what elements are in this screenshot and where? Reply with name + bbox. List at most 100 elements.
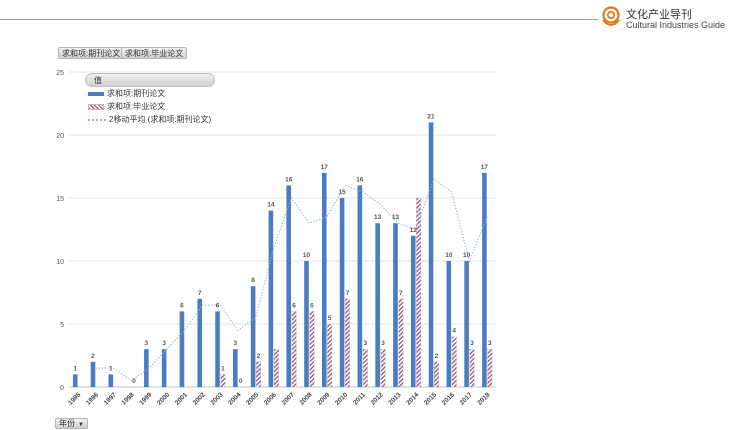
x-tick-label: 1997 [103,391,118,406]
journal-bar [482,172,487,387]
journal-data-label: 6 [180,302,184,309]
thesis-data-label: 4 [452,328,456,335]
journal-data-label: 13 [392,214,400,221]
thesis-bar [487,349,493,388]
x-tick-label: 2006 [263,391,278,406]
y-tick-label: 10 [56,259,64,266]
journal-data-label: 21 [427,113,435,120]
thesis-bar [416,197,422,388]
journal-data-label: 14 [267,202,275,209]
journal-data-label: 8 [251,277,255,284]
thesis-bar [309,311,315,388]
legend-item-moving-avg: 2移动平均 (求和项:期刊论文) [88,114,211,125]
thesis-bar [380,349,386,388]
legend-box [85,73,215,87]
journal-data-label: 10 [463,252,471,259]
thesis-bar [327,323,333,388]
x-tick-label: 1995 [67,391,82,406]
chart-svg: 0510152025 12103 367613082141661061751571… [56,70,496,407]
thesis-data-label: 1 [221,365,225,372]
journal-bar [286,185,291,387]
x-tick-label: 2014 [405,391,420,406]
journal-bar [215,311,220,387]
thesis-bar [362,349,368,388]
y-tick-label: 5 [60,322,64,329]
x-tick-label: 2016 [441,391,456,406]
journal-data-label: 1 [73,365,77,372]
x-tick-label: 1998 [121,391,136,406]
thesis-bar [398,298,404,388]
journal-bar [108,374,114,387]
journal-bar [428,122,434,388]
x-tick-label: 1996 [85,391,100,406]
x-tick-label: 2013 [387,391,402,406]
journal-bar [375,223,380,387]
x-tick-label: 2018 [476,391,491,406]
dropdown-arrow-icon: ▼ [78,422,84,428]
x-tick-label: 2003 [209,391,224,406]
thesis-bar [256,361,261,388]
journal-bar [179,311,185,387]
y-tick-label: 20 [56,133,64,140]
journal-data-label: 16 [356,176,364,183]
journal-data-label: 10 [303,252,311,259]
x-tick-label: 2002 [192,391,207,406]
y-tick-label: 15 [56,196,64,203]
legend-title: 值 [94,76,102,85]
y-tick-label: 25 [56,70,64,77]
x-tick-label: 2011 [352,391,367,406]
journal-data-label: 12 [410,227,418,234]
legend-label-thesis: 求和项:毕业论文 [107,102,166,111]
journal-data-label: 6 [216,302,220,309]
journal-bar [144,349,149,387]
x-tick-label: 2000 [156,391,171,406]
journal-data-label: 2 [91,353,95,360]
thesis-data-label: 6 [292,302,296,309]
journal-bar [304,261,309,387]
journal-data-label: 16 [285,176,293,183]
thesis-data-label: 7 [346,290,350,297]
x-tick-label: 2005 [245,391,260,406]
journal-data-label: 10 [445,252,453,259]
journal-bar [250,286,256,387]
thesis-bar [273,349,279,388]
journal-data-label: 15 [338,189,346,196]
journal-bar [233,349,238,387]
journal-data-label: 3 [234,340,238,347]
y-tick-label: 0 [60,385,64,392]
journal-bar [357,185,363,387]
thesis-data-label: 2 [435,353,439,360]
journal-data-label: 3 [162,340,166,347]
journal-bar [446,261,452,387]
legend-swatch-thesis [88,103,104,110]
thesis-bar [220,374,226,388]
journal-bar [268,210,274,387]
thesis-bar [291,311,297,388]
journal-data-label: 7 [198,290,202,297]
journal-data-label: 1 [109,365,113,372]
legend-swatch-journal [88,91,104,96]
journal-bar [321,172,327,387]
thesis-data-label: 7 [399,290,403,297]
thesis-data-label: 3 [363,340,367,347]
journal-data-label: 17 [321,164,329,171]
legend-swatch-moving-avg [88,118,106,121]
journal-bar [410,235,416,387]
legend-label-journal: 求和项:期刊论文 [107,89,166,98]
x-tick-label: 2007 [281,391,296,406]
thesis-bar [345,298,350,388]
thesis-data-label: 6 [310,302,314,309]
thesis-data-label: 0 [132,378,136,385]
thesis-data-label: 2 [257,353,261,360]
journal-bar [393,223,398,387]
thesis-data-label: 3 [470,340,474,347]
x-tick-label: 2004 [227,391,242,406]
x-tick-label: 2015 [423,391,438,406]
year-filter-button[interactable]: 年份 ▼ [55,418,88,429]
thesis-data-label: 3 [381,340,385,347]
journal-bar [72,374,78,387]
x-tick-label: 2008 [298,391,313,406]
thesis-bar [469,349,475,388]
journal-data-label: 17 [481,164,489,171]
thesis-bar [451,336,457,388]
